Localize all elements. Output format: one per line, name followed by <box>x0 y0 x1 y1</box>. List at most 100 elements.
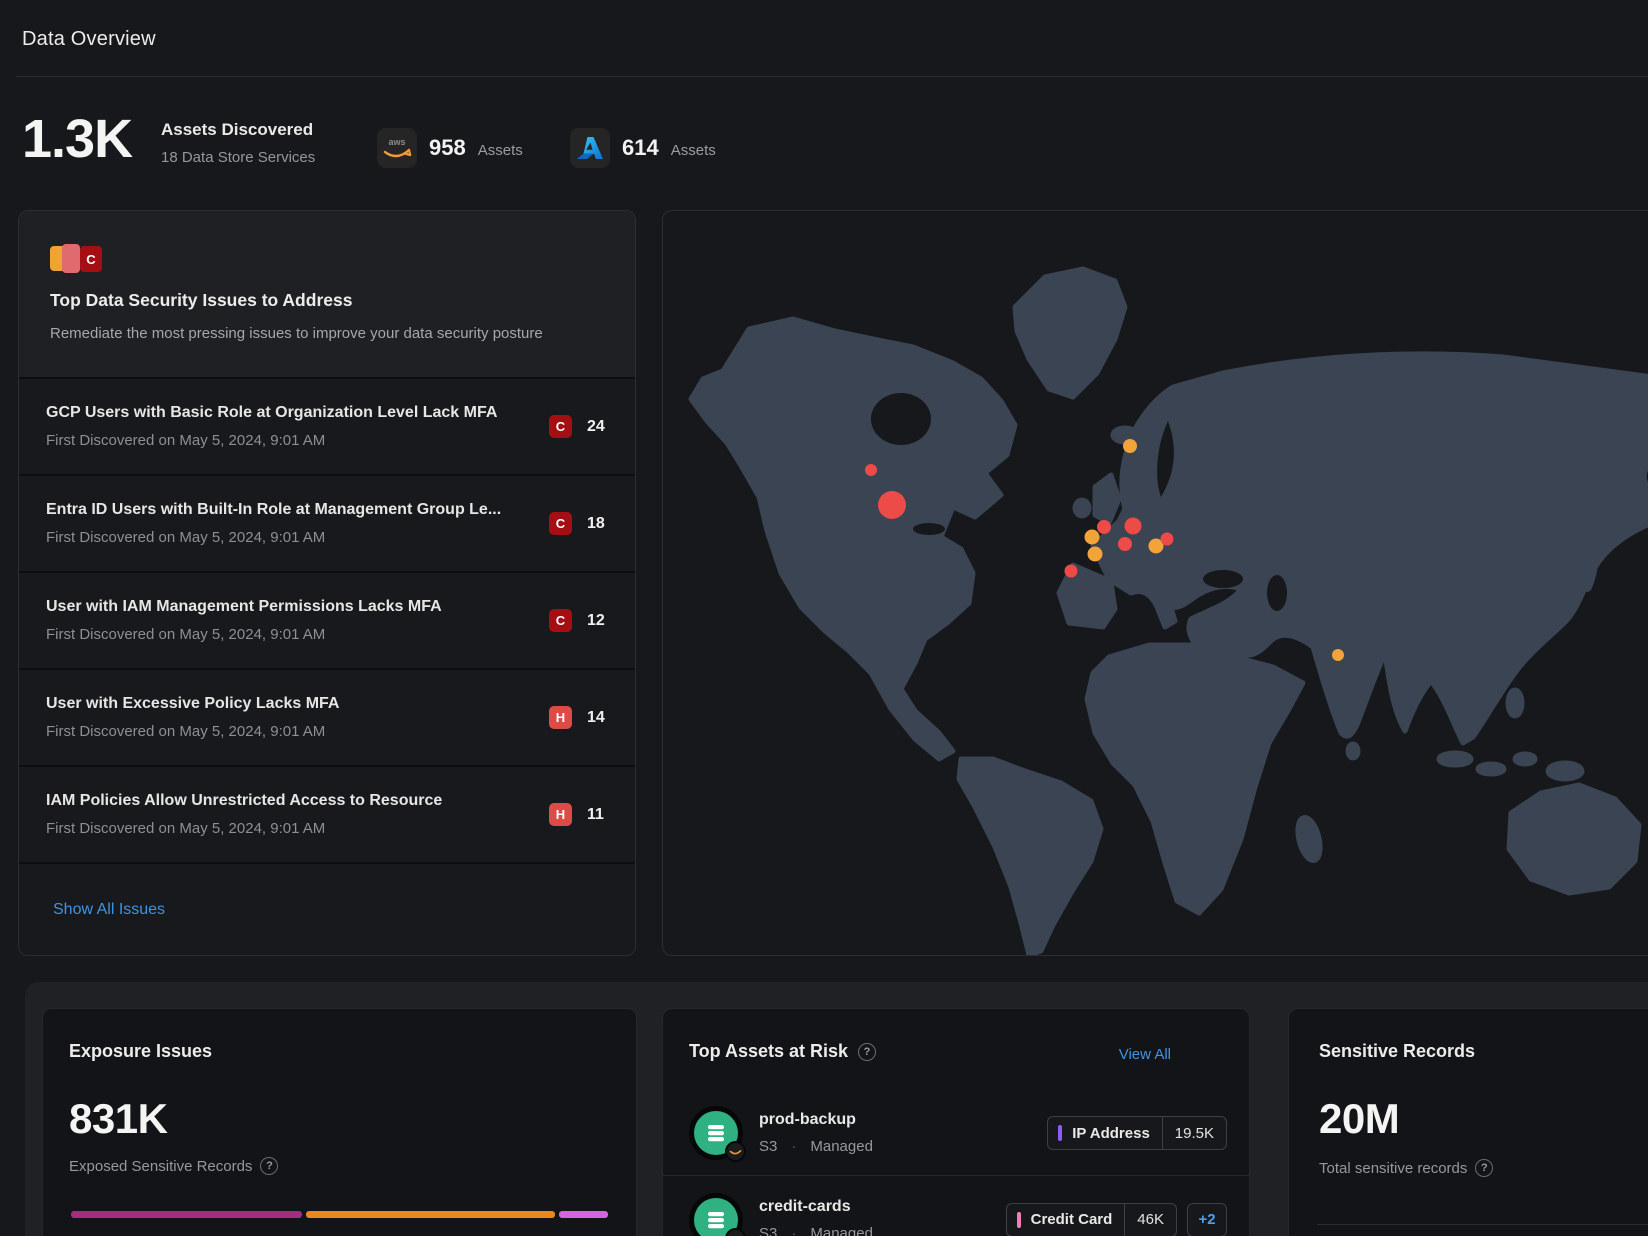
issue-discovered-date: First Discovered on May 5, 2024, 9:01 AM <box>46 626 549 643</box>
asset-row[interactable]: prod-backup S3 Managed IP Address 19.5K <box>663 1091 1249 1176</box>
issue-discovered-date: First Discovered on May 5, 2024, 9:01 AM <box>46 432 549 449</box>
chip-label: Credit Card <box>1031 1211 1125 1228</box>
sensitive-records-card: Sensitive Records 20M Total sensitive re… <box>1288 1008 1648 1236</box>
issue-row[interactable]: User with Excessive Policy Lacks MFA Fir… <box>19 670 635 765</box>
azure-asset-count: 614 <box>622 135 659 161</box>
issue-title: User with IAM Management Permissions Lac… <box>46 598 549 616</box>
azure-provider-stat: 614 Assets <box>570 128 716 168</box>
classification-chip: IP Address 19.5K <box>1047 1116 1227 1150</box>
severity-card-salmon-icon <box>62 244 80 273</box>
sensitive-records-label: Total sensitive records ? <box>1319 1159 1493 1177</box>
severity-card-critical-icon: C <box>80 246 102 272</box>
severity-stack-icon: C <box>50 244 110 274</box>
severity-badge: C <box>549 415 572 438</box>
severity-badge: C <box>549 512 572 535</box>
database-icon <box>705 1209 727 1231</box>
classification-chip: Credit Card 46K <box>1006 1203 1177 1236</box>
issue-title: User with Excessive Policy Lacks MFA <box>46 695 549 713</box>
top-assets-card: Top Assets at Risk ? View All prod-backu… <box>662 1008 1250 1236</box>
datastore-icon <box>689 1193 743 1236</box>
map-dot-europe[interactable] <box>1125 518 1142 535</box>
azure-icon <box>570 128 610 168</box>
more-classifications-chip[interactable]: +2 <box>1187 1203 1227 1236</box>
chip-color-bar <box>1058 1125 1062 1141</box>
top-issues-title: Top Data Security Issues to Address <box>50 290 604 311</box>
exposure-issues-card: Exposure Issues 831K Exposed Sensitive R… <box>42 1008 637 1236</box>
assets-discovered-count: 1.3K <box>22 108 132 170</box>
top-issues-header: C Top Data Security Issues to Address Re… <box>19 211 635 377</box>
header-divider <box>16 76 1648 77</box>
issue-count: 11 <box>587 806 609 824</box>
exposure-issues-label-text: Exposed Sensitive Records <box>69 1158 252 1175</box>
view-all-link[interactable]: View All <box>1119 1046 1171 1063</box>
issue-count: 14 <box>587 709 609 727</box>
show-all-issues-link[interactable]: Show All Issues <box>53 901 165 919</box>
asset-name: credit-cards <box>759 1198 1006 1216</box>
issue-row[interactable]: User with IAM Management Permissions Lac… <box>19 573 635 668</box>
map-dot-canada[interactable] <box>865 464 877 476</box>
world-map-card <box>662 210 1648 956</box>
severity-badge: C <box>549 609 572 632</box>
assets-discovered-label: Assets Discovered <box>161 120 313 140</box>
map-dot-scandinavia[interactable] <box>1123 439 1137 453</box>
top-issues-panel: C Top Data Security Issues to Address Re… <box>18 210 636 956</box>
issue-title: IAM Policies Allow Unrestricted Access t… <box>46 792 549 810</box>
asset-status: Managed <box>810 1225 873 1236</box>
issue-title: GCP Users with Basic Role at Organizatio… <box>46 404 549 422</box>
top-assets-title: Top Assets at Risk <box>689 1041 848 1062</box>
map-dot-europe[interactable] <box>1118 537 1132 551</box>
world-map <box>663 211 1648 956</box>
aws-asset-label: Assets <box>478 138 523 159</box>
map-dot-europe[interactable] <box>1085 530 1100 545</box>
issue-count: 18 <box>587 515 609 533</box>
aws-badge-icon <box>725 1141 746 1162</box>
sensitive-records-label-text: Total sensitive records <box>1319 1160 1467 1177</box>
issue-discovered-date: First Discovered on May 5, 2024, 9:01 AM <box>46 723 549 740</box>
map-dot-india[interactable] <box>1332 649 1344 661</box>
asset-row[interactable]: credit-cards S3 Managed Credit Card 46K … <box>663 1177 1249 1236</box>
chip-value: 19.5K <box>1162 1117 1226 1149</box>
help-icon[interactable]: ? <box>260 1157 278 1175</box>
asset-name: prod-backup <box>759 1111 1047 1129</box>
records-divider <box>1317 1224 1648 1225</box>
issue-title: Entra ID Users with Built-In Role at Man… <box>46 501 549 519</box>
chip-color-bar <box>1017 1212 1021 1228</box>
sensitive-records-value: 20M <box>1319 1095 1399 1143</box>
help-icon[interactable]: ? <box>858 1043 876 1061</box>
datastore-icon <box>689 1106 743 1160</box>
issue-row[interactable]: IAM Policies Allow Unrestricted Access t… <box>19 767 635 862</box>
map-dot-europe[interactable] <box>1097 520 1111 534</box>
issues-footer: Show All Issues <box>19 864 635 955</box>
issue-row[interactable]: Entra ID Users with Built-In Role at Man… <box>19 476 635 571</box>
exposure-distribution-bar <box>71 1211 608 1218</box>
map-dot-canada[interactable] <box>878 491 906 519</box>
sensitive-records-title: Sensitive Records <box>1319 1041 1475 1062</box>
map-dot-spain[interactable] <box>1065 565 1078 578</box>
exposure-bar-segment <box>559 1211 608 1218</box>
map-dot-europe[interactable] <box>1161 533 1174 546</box>
aws-icon: aws <box>377 128 417 168</box>
issue-discovered-date: First Discovered on May 5, 2024, 9:01 AM <box>46 529 549 546</box>
severity-badge: H <box>549 803 572 826</box>
page-title: Data Overview <box>22 28 156 51</box>
exposure-issues-value: 831K <box>69 1095 167 1143</box>
azure-asset-label: Assets <box>671 138 716 159</box>
exposure-issues-label: Exposed Sensitive Records ? <box>69 1157 278 1175</box>
aws-provider-stat: aws 958 Assets <box>377 128 523 168</box>
exposure-issues-title: Exposure Issues <box>69 1041 212 1062</box>
issue-discovered-date: First Discovered on May 5, 2024, 9:01 AM <box>46 820 549 837</box>
asset-service: S3 <box>759 1225 810 1236</box>
asset-status: Managed <box>810 1138 873 1155</box>
asset-service: S3 <box>759 1138 810 1155</box>
issue-row[interactable]: GCP Users with Basic Role at Organizatio… <box>19 379 635 474</box>
severity-badge: H <box>549 706 572 729</box>
exposure-bar-segment <box>71 1211 302 1218</box>
aws-asset-count: 958 <box>429 135 466 161</box>
top-issues-subtitle: Remediate the most pressing issues to im… <box>50 325 604 342</box>
map-dot-europe[interactable] <box>1088 547 1103 562</box>
data-store-services-label: 18 Data Store Services <box>161 149 315 166</box>
issue-count: 12 <box>587 612 609 630</box>
chip-label: IP Address <box>1072 1125 1162 1142</box>
chip-value: 46K <box>1124 1204 1176 1236</box>
help-icon[interactable]: ? <box>1475 1159 1493 1177</box>
